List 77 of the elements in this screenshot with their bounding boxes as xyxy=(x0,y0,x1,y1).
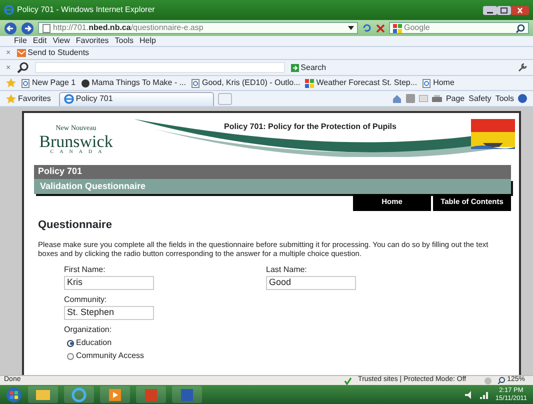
circle-icon xyxy=(80,78,90,88)
field-label: Last Name: xyxy=(266,264,308,276)
send-button[interactable]: Send to Students xyxy=(16,47,90,59)
toolbar-search-field[interactable] xyxy=(34,62,285,73)
search-placeholder: Google xyxy=(404,22,431,34)
page-header-title: Policy 701: Policy for the Protection of Pupils xyxy=(224,121,396,133)
start-button-icon[interactable] xyxy=(6,386,22,402)
window-title: Policy 701 - Windows Internet Explorer xyxy=(17,4,155,16)
command-button[interactable]: Page xyxy=(446,92,465,104)
play-icon[interactable] xyxy=(107,386,123,402)
favorite-link[interactable]: New Page 1 xyxy=(21,77,76,89)
command-button[interactable]: Tools xyxy=(495,92,514,104)
text-field[interactable]: Good xyxy=(266,276,356,290)
logo-text: Brunswick xyxy=(39,134,113,148)
radio-button[interactable] xyxy=(67,340,74,347)
browser-tab[interactable]: Policy 701 xyxy=(58,92,214,106)
refresh-icon[interactable] xyxy=(362,23,372,33)
menu-item[interactable]: Favorites xyxy=(76,35,109,47)
favorite-link[interactable]: Weather Forecast St. Step... xyxy=(305,77,418,89)
menu-item[interactable]: File xyxy=(14,35,27,47)
field-label: Organization: xyxy=(64,324,113,336)
feed-icon[interactable] xyxy=(406,94,415,103)
wrench-icon[interactable] xyxy=(518,63,527,72)
menu-item[interactable]: Edit xyxy=(32,35,47,47)
mail-icon[interactable] xyxy=(418,95,428,102)
field-label: Community: xyxy=(64,294,108,306)
url-text: http://701.nbed.nb.ca/questionnaire-e.asp xyxy=(53,22,204,34)
close-icon[interactable] xyxy=(511,6,529,14)
address-field[interactable]: http://701.nbed.nb.ca/questionnaire-e.asp xyxy=(38,22,358,34)
page-icon xyxy=(422,78,432,88)
star-icon xyxy=(6,94,16,104)
home-icon[interactable] xyxy=(392,94,402,103)
command-button[interactable]: Safety xyxy=(468,92,492,104)
text-field[interactable]: Kris xyxy=(64,276,154,290)
page-icon xyxy=(191,78,200,88)
page-icon xyxy=(21,78,30,88)
favorites-button[interactable]: Favorites xyxy=(6,92,51,104)
radio-button[interactable] xyxy=(67,352,74,360)
banner-subtitle: Validation Questionnaire xyxy=(34,178,511,194)
option-label: Education xyxy=(76,337,112,350)
signal-icon[interactable] xyxy=(480,390,490,398)
search-icon[interactable] xyxy=(516,24,525,32)
favorite-link[interactable]: Mama Things To Make - ... xyxy=(80,77,186,89)
maximize-icon[interactable] xyxy=(497,6,511,14)
printer-icon[interactable] xyxy=(432,94,442,102)
stop-icon[interactable] xyxy=(376,24,385,32)
back-icon[interactable] xyxy=(4,22,17,34)
minimize-icon[interactable] xyxy=(483,6,497,14)
text-field[interactable]: St. Stephen xyxy=(64,306,154,320)
search-provider-icon xyxy=(393,24,402,32)
magnifier-icon xyxy=(498,377,506,384)
forward-icon[interactable] xyxy=(21,22,34,34)
help-icon[interactable] xyxy=(518,94,527,103)
search-field[interactable]: Google xyxy=(389,22,529,34)
squares-icon xyxy=(305,78,314,88)
star-icon[interactable] xyxy=(6,78,16,88)
page-icon xyxy=(42,24,51,32)
favorite-link[interactable]: Home xyxy=(422,77,454,89)
search-icon[interactable] xyxy=(16,62,29,73)
menu-item[interactable]: Tools xyxy=(114,35,134,47)
close-toolbar-button[interactable]: × xyxy=(6,47,11,59)
search-button[interactable]: Search xyxy=(290,62,326,74)
page-heading: Questionnaire xyxy=(38,218,113,234)
option-label: Community Access xyxy=(76,350,144,362)
browser-logo-icon xyxy=(4,5,14,15)
banner-title: Policy 701 xyxy=(34,165,511,178)
check-icon xyxy=(344,376,352,384)
menu-item[interactable]: View xyxy=(52,35,70,47)
envelope-icon xyxy=(16,49,26,57)
dropdown-icon[interactable] xyxy=(348,26,354,30)
favorite-link[interactable]: Good, Kris (ED10) - Outlo... xyxy=(191,77,300,89)
browser-logo-icon xyxy=(64,94,74,104)
field-label: First Name: xyxy=(64,264,106,276)
menu-item[interactable]: Help xyxy=(139,35,156,47)
close-toolbar-button[interactable]: × xyxy=(6,62,11,74)
arrow-icon xyxy=(290,64,299,72)
flag-drawing xyxy=(469,117,517,149)
